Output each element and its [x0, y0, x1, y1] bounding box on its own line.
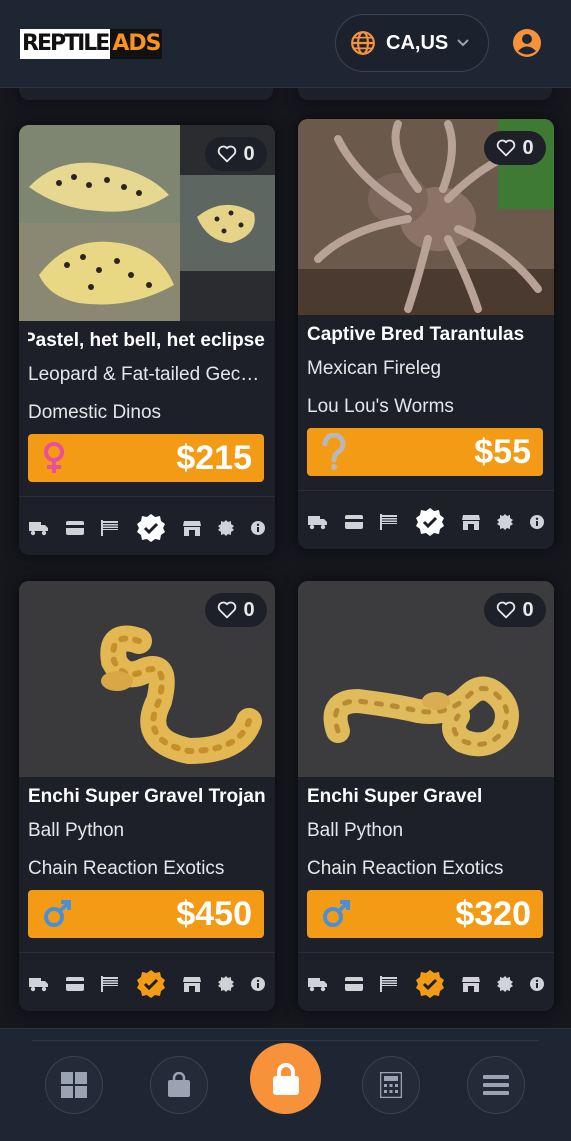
- listing-title: Enchi Super Gravel Trojan: [28, 786, 266, 807]
- card-icon: [345, 977, 363, 991]
- nav-browse-button[interactable]: [45, 1056, 103, 1114]
- verified-badge-icon: [137, 514, 165, 542]
- listing-features: [308, 507, 544, 537]
- male-sex-icon: [44, 900, 71, 927]
- unknown-sex-icon: [322, 433, 346, 470]
- male-sex-icon: [323, 900, 350, 927]
- favorite-button[interactable]: 0: [205, 593, 267, 627]
- favorite-button[interactable]: 0: [205, 137, 267, 171]
- card-divider: [19, 952, 275, 953]
- listing-species: Leopard & Fat-tailed Geckos: [28, 364, 266, 385]
- region-selector[interactable]: CA,US: [335, 14, 489, 72]
- card-divider: [298, 952, 554, 953]
- info-icon[interactable]: [251, 977, 265, 991]
- nav-shop-button[interactable]: [150, 1056, 208, 1114]
- store-icon: [183, 521, 201, 536]
- price-bar[interactable]: $55: [307, 428, 543, 476]
- nav-divider: [32, 1040, 539, 1041]
- listing-card[interactable]: 0 Enchi Super Gravel Trojan Ball Python …: [19, 581, 275, 1011]
- verified-badge-icon: [137, 970, 165, 998]
- app-header: REPTILE ADS CA,US: [0, 0, 571, 88]
- listing-price: $320: [455, 894, 531, 933]
- grid-icon: [61, 1072, 87, 1098]
- info-icon[interactable]: [251, 521, 265, 535]
- previous-card-stub: [19, 86, 273, 100]
- listing-price: $450: [176, 894, 252, 933]
- price-bar[interactable]: $215: [28, 434, 264, 482]
- truck-icon: [308, 978, 327, 992]
- listing-title: Captive Bred Tarantulas: [307, 324, 525, 345]
- nav-menu-button[interactable]: [467, 1056, 525, 1114]
- reptileads-logo[interactable]: REPTILE ADS: [20, 28, 163, 59]
- previous-card-stub: [298, 86, 552, 100]
- price-bar[interactable]: $320: [307, 890, 543, 938]
- globe-icon: [351, 31, 375, 55]
- truck-icon: [308, 516, 327, 530]
- store-icon: [183, 977, 201, 992]
- heart-icon: [497, 601, 516, 619]
- card-icon: [66, 977, 84, 991]
- flag-icon: [380, 514, 397, 530]
- listing-features: [29, 513, 265, 543]
- logo-text-reptile: REPTILE: [20, 28, 110, 59]
- favorite-button[interactable]: 0: [484, 593, 546, 627]
- price-bar[interactable]: $450: [28, 890, 264, 938]
- seal-icon: [218, 520, 234, 536]
- heart-icon: [218, 145, 237, 163]
- card-divider: [19, 496, 275, 497]
- listing-features: [29, 969, 265, 999]
- lock-icon: [272, 1062, 299, 1095]
- listing-species: Ball Python: [28, 820, 125, 841]
- listing-features: [308, 969, 544, 999]
- listing-card[interactable]: 0 Pastel, het bell, het eclipse Leopard …: [19, 125, 275, 555]
- favorite-count: 0: [243, 598, 255, 621]
- calculator-icon: [380, 1072, 402, 1098]
- bottom-nav: [0, 1028, 571, 1141]
- verified-badge-icon: [416, 508, 444, 536]
- nav-login-button[interactable]: [250, 1043, 321, 1114]
- card-divider: [298, 490, 554, 491]
- listing-card[interactable]: 0 Enchi Super Gravel Ball Python Chain R…: [298, 581, 554, 1011]
- truck-icon: [29, 978, 48, 992]
- flag-icon: [101, 520, 118, 536]
- female-sex-icon: [44, 442, 64, 473]
- favorite-button[interactable]: 0: [484, 131, 546, 165]
- listing-price: $215: [176, 438, 252, 477]
- verified-badge-icon: [416, 970, 444, 998]
- favorite-count: 0: [522, 598, 534, 621]
- favorite-count: 0: [243, 142, 255, 165]
- region-label: CA,US: [386, 31, 449, 54]
- card-icon: [66, 521, 84, 535]
- store-icon: [462, 515, 480, 530]
- favorite-count: 0: [522, 136, 534, 159]
- listing-species: Mexican Fireleg: [307, 358, 442, 379]
- listing-price: $55: [474, 432, 531, 471]
- card-icon: [345, 515, 363, 529]
- shopping-bag-icon: [168, 1072, 190, 1097]
- listing-species: Ball Python: [307, 820, 404, 841]
- seal-icon: [497, 976, 513, 992]
- listing-seller[interactable]: Chain Reaction Exotics: [28, 858, 266, 880]
- flag-icon: [380, 976, 397, 992]
- chevron-down-icon: [457, 39, 469, 47]
- listing-seller[interactable]: Chain Reaction Exotics: [307, 858, 545, 880]
- logo-text-ads: ADS: [110, 28, 163, 59]
- user-account-icon[interactable]: [512, 28, 542, 58]
- menu-icon: [483, 1075, 509, 1095]
- listing-card[interactable]: 0 Captive Bred Tarantulas Mexican Firele…: [298, 119, 554, 549]
- listing-seller[interactable]: Lou Lou's Worms: [307, 396, 545, 418]
- nav-calculator-button[interactable]: [362, 1056, 420, 1114]
- seal-icon: [497, 514, 513, 530]
- heart-icon: [218, 601, 237, 619]
- info-icon[interactable]: [530, 977, 544, 991]
- seal-icon: [218, 976, 234, 992]
- listing-seller[interactable]: Domestic Dinos: [28, 402, 266, 424]
- listing-title: Enchi Super Gravel: [307, 786, 483, 807]
- listing-title: Pastel, het bell, het eclipse: [28, 330, 265, 351]
- truck-icon: [29, 522, 48, 536]
- heart-icon: [497, 139, 516, 157]
- flag-icon: [101, 976, 118, 992]
- store-icon: [462, 977, 480, 992]
- info-icon[interactable]: [530, 515, 544, 529]
